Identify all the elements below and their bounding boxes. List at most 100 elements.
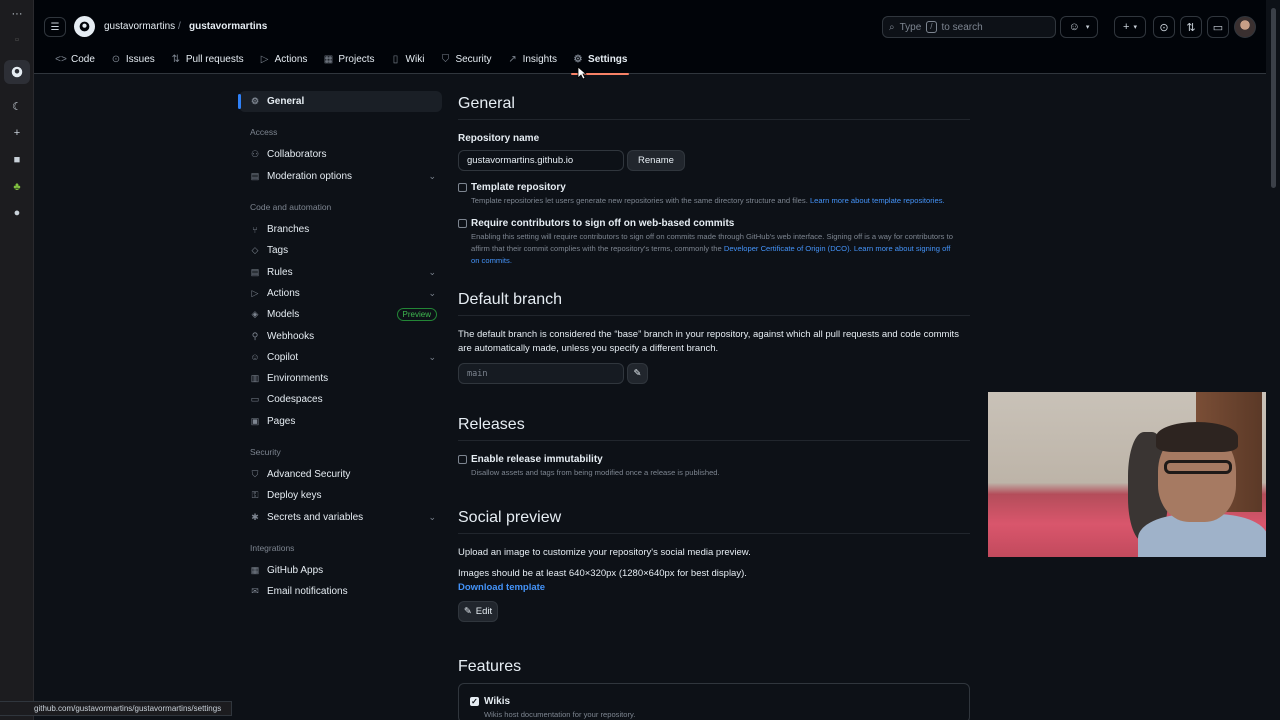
chevron-down-icon: ⌄ [428,511,436,522]
pull-request-icon: ⇅ [171,53,180,65]
sidebar-item-actions[interactable]: ▷ Actions ⌄ [239,283,442,304]
shield-icon: ⛉ [251,469,259,479]
sidebar-item-label: Rules [267,266,293,278]
wikis-checkbox[interactable]: ✓ [470,697,479,706]
search-input[interactable]: ⌕ Type / to search [882,16,1056,38]
tab-placeholder-icon[interactable]: ▫ [9,32,25,48]
sidebar-item-moderation[interactable]: ▤ Moderation options ⌄ [239,166,442,187]
divider [458,533,970,534]
sidebar-item-codespaces[interactable]: ▭ Codespaces [239,389,442,410]
sidebar-item-email-notifications[interactable]: ✉ Email notifications [239,581,442,602]
edit-social-preview-button[interactable]: ✎ Edit [458,601,498,622]
breadcrumb-repo[interactable]: gustavormartins [189,21,267,32]
tab-label: Pull requests [185,53,244,65]
search-icon: ⌕ [889,21,895,33]
mouse-cursor-icon [577,66,587,80]
pull-requests-button[interactable]: ⇅ [1180,16,1202,38]
chevron-down-icon: ⌄ [428,170,436,181]
sidebar-item-models[interactable]: ◈ Models Preview [239,304,442,325]
moon-icon[interactable]: ☾ [9,98,25,114]
more-icon[interactable]: ··· [9,6,25,22]
default-branch-title: Default branch [458,291,563,308]
tab-actions[interactable]: ▷ Actions [252,48,316,70]
github-tab-icon[interactable] [4,60,30,84]
sidebar-item-secrets[interactable]: ✱ Secrets and variables ⌄ [239,506,442,527]
signoff-label: Require contributors to sign off on web-… [471,218,735,229]
sidebar-item-webhooks[interactable]: ⚲ Webhooks [239,325,442,346]
tab-code[interactable]: <> Code [48,48,103,70]
plus-icon[interactable]: + [9,125,25,141]
repo-header: ☰ gustavormartins / gustavormartins ⌕ Ty… [34,0,1266,75]
scrollbar-thumb[interactable] [1271,8,1276,188]
gear-icon: ⚙ [573,53,583,65]
gear-icon: ⚙ [250,96,260,107]
sidebar-item-copilot[interactable]: ☺ Copilot ⌄ [239,347,442,368]
avatar[interactable] [1234,16,1256,38]
book-icon: ▯ [392,53,399,65]
sidebar-item-deploy-keys[interactable]: ⚿ Deploy keys [239,485,442,506]
edit-branch-button[interactable]: ✎ [627,363,648,384]
repo-tabs: <> Code ⊙ Issues ⇅ Pull requests ▷ Actions ▦… [48,48,635,75]
android-icon[interactable]: ♣ [9,179,25,195]
tab-security[interactable]: ⛉ Security [432,48,499,70]
menu-button[interactable]: ☰ [44,17,66,37]
window-icon[interactable]: ■ [9,152,25,168]
social-text-1: Upload an image to customize your reposi… [458,547,751,558]
issues-button[interactable]: ⊙ [1153,16,1175,38]
sidebar-item-general[interactable]: ⚙ General [238,91,442,113]
github-logo-icon[interactable] [74,16,95,37]
tab-projects[interactable]: ▦ Projects [315,48,382,70]
sidebar-item-environments[interactable]: ▥ Environments [239,368,442,389]
immutability-checkbox[interactable] [458,455,467,464]
signoff-checkbox[interactable] [458,219,467,228]
default-branch-text: The default branch is considered the “ba… [458,329,959,354]
issue-icon: ⊙ [1159,21,1169,34]
sidebar-item-label: Secrets and variables [267,511,364,523]
dco-link[interactable]: Developer Certificate of Origin (DCO). [724,244,852,253]
sidebar-item-advanced-security[interactable]: ⛉ Advanced Security [239,464,442,485]
play-icon: ▷ [251,287,259,298]
features-box: ✓ Wikis Wikis host documentation for you… [458,683,970,720]
sidebar-item-label: Copilot [267,351,299,363]
webhook-icon: ⚲ [251,330,259,341]
rules-icon: ▤ [250,266,260,277]
record-icon[interactable]: ● [9,205,25,221]
pencil-icon: ✎ [463,606,472,617]
plus-icon: + [1123,21,1130,33]
sidebar-item-rules[interactable]: ▤ Rules ⌄ [239,261,442,282]
sidebar-item-label: Tags [267,245,289,257]
sidebar-item-label: Pages [267,415,296,427]
branch-icon: ⑂ [252,224,258,235]
create-new-button[interactable]: + ▾ [1114,16,1146,38]
sidebar-item-branches[interactable]: ⑂ Branches [239,219,442,240]
breadcrumb-owner[interactable]: gustavormartins [104,21,175,32]
tab-wiki[interactable]: ▯ Wiki [383,48,433,70]
tab-label: Projects [338,53,375,65]
template-learn-more-link[interactable]: Learn more about template repositories. [810,196,945,205]
asterisk-icon: ✱ [251,511,259,522]
copilot-button[interactable]: ☺ ▾ [1060,16,1098,38]
sidebar-item-collaborators[interactable]: ⚇ Collaborators [239,144,442,165]
people-icon: ⚇ [250,149,260,160]
rename-button[interactable]: Rename [627,150,685,171]
template-checkbox[interactable] [458,183,467,192]
page-scrollbar[interactable] [1266,0,1280,720]
table-icon: ▦ [323,53,334,65]
tab-issues[interactable]: ⊙ Issues [103,48,163,70]
sidebar-item-tags[interactable]: ◇ Tags [239,240,442,261]
repo-name-input[interactable]: gustavormartins.github.io [458,150,624,171]
settings-sidebar: ⚙ General Access ⚇ Collaborators ▤ Moderati… [238,91,442,602]
divider [458,119,970,120]
tab-insights[interactable]: ↗ Insights [500,48,565,70]
notifications-button[interactable]: ▭ [1207,16,1229,38]
chevron-down-icon: ▾ [1133,24,1137,31]
tab-pull-requests[interactable]: ⇅ Pull requests [163,48,252,70]
tab-settings[interactable]: ⚙ Settings [565,48,635,75]
sidebar-item-pages[interactable]: ▣ Pages [239,411,442,432]
template-help-text: Template repositories let users generate… [471,196,808,205]
social-preview-title: Social preview [458,509,562,526]
sidebar-item-github-apps[interactable]: ▦ GitHub Apps [239,560,442,581]
download-template-link[interactable]: Download template [458,582,545,593]
sidebar-item-label: Moderation options [267,170,353,182]
server-icon: ▥ [250,373,260,384]
